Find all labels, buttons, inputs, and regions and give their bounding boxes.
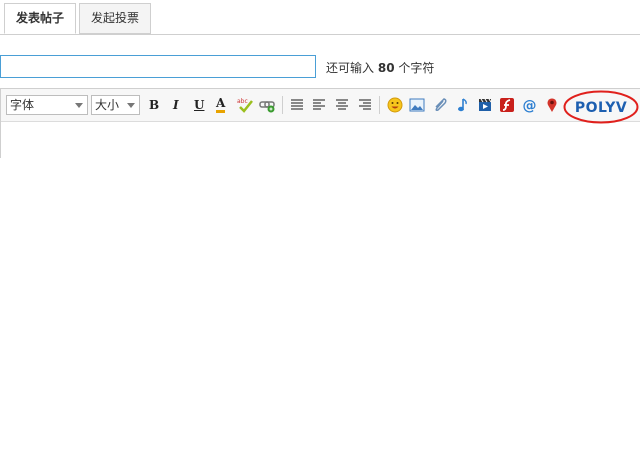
counter-prefix: 还可输入 [326,61,375,75]
align-justify-icon[interactable] [289,97,305,113]
italic-button[interactable]: I [173,97,179,113]
rich-text-editor: 字体 大小 B I U A abc @ [0,88,640,158]
tab-bar: 发表帖子 发起投票 [0,0,640,35]
map-pin-icon[interactable] [544,97,560,113]
underline-button[interactable]: U [194,97,204,113]
font-color-button[interactable]: A [216,97,226,113]
subject-input[interactable] [0,55,316,78]
editor-toolbar: 字体 大小 B I U A abc @ [1,89,640,122]
link-icon[interactable] [259,97,275,113]
chevron-down-icon [75,103,83,108]
svg-text:@: @ [523,98,537,113]
align-right-icon[interactable] [357,97,373,113]
polyv-button[interactable]: POLYV [563,90,639,124]
svg-text:abc: abc [237,98,248,105]
flash-icon[interactable] [499,97,515,113]
tab-new-poll[interactable]: 发起投票 [79,3,151,34]
counter-number: 80 [377,61,395,75]
attachment-icon[interactable] [432,97,448,113]
bold-button[interactable]: B [149,97,159,113]
font-size-value: 大小 [95,98,120,112]
chevron-down-icon [127,103,135,108]
align-left-icon[interactable] [311,97,327,113]
font-family-value: 字体 [10,98,35,112]
music-icon[interactable] [454,97,470,113]
toolbar-divider [282,96,283,114]
toolbar-divider [379,96,380,114]
video-icon[interactable] [477,97,493,113]
image-icon[interactable] [409,97,425,113]
spellcheck-icon[interactable]: abc [237,97,253,113]
tab-new-post[interactable]: 发表帖子 [4,3,76,34]
char-counter: 还可输入 80 个字符 [326,59,434,76]
font-size-select[interactable]: 大小 [91,95,140,115]
polyv-label: POLYV [575,100,627,116]
font-family-select[interactable]: 字体 [6,95,88,115]
at-mention-icon[interactable]: @ [522,97,538,113]
align-center-icon[interactable] [334,97,350,113]
editor-content-area[interactable] [1,121,640,158]
emoji-icon[interactable] [387,97,403,113]
counter-suffix: 个字符 [398,61,435,75]
